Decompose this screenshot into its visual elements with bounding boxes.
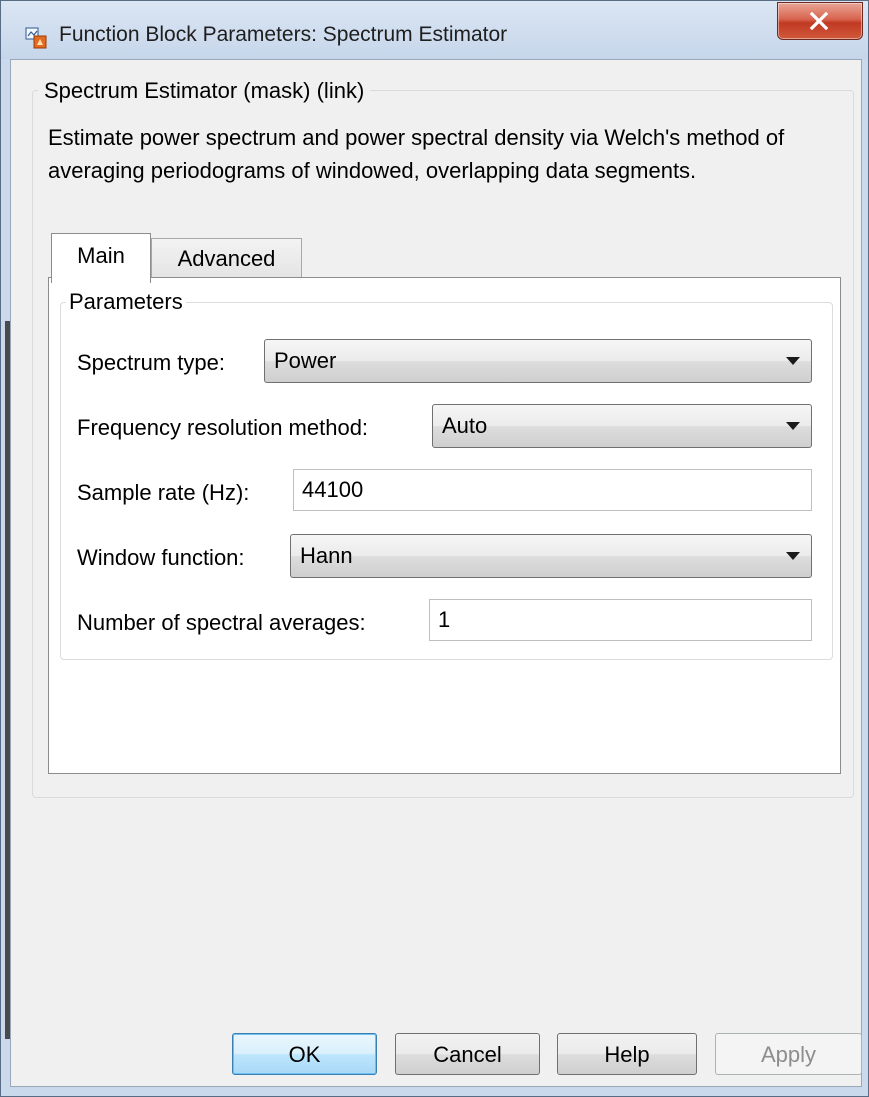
title-bar[interactable]: Function Block Parameters: Spectrum Esti… <box>1 1 868 59</box>
frequency-resolution-method-value: Auto <box>442 413 488 438</box>
sample-rate-label: Sample rate (Hz): <box>77 480 250 505</box>
simulink-block-icon <box>25 27 47 49</box>
dialog-window: Function Block Parameters: Spectrum Esti… <box>0 0 869 1097</box>
block-header: Spectrum Estimator (mask) (link) <box>38 78 371 104</box>
close-icon <box>809 11 829 31</box>
window-function-label: Window function: <box>77 545 245 570</box>
spectral-averages-label: Number of spectral averages: <box>77 610 366 635</box>
spectrum-type-label: Spectrum type: <box>77 350 225 375</box>
parameters-group-label: Parameters <box>66 289 186 315</box>
dialog-body: Spectrum Estimator (mask) (link) Estimat… <box>10 59 862 1087</box>
window-title: Function Block Parameters: Spectrum Esti… <box>59 23 508 46</box>
close-button[interactable] <box>777 2 863 40</box>
tab-main[interactable]: Main <box>51 233 151 283</box>
window-function-value: Hann <box>300 543 353 568</box>
cancel-button[interactable]: Cancel <box>395 1033 540 1075</box>
spectral-averages-field[interactable] <box>429 599 812 641</box>
chevron-down-icon <box>786 357 800 365</box>
spectrum-type-value: Power <box>274 348 337 373</box>
window-function-dropdown[interactable]: Hann <box>290 534 812 578</box>
frequency-resolution-method-dropdown[interactable]: Auto <box>432 404 812 448</box>
help-button[interactable]: Help <box>557 1033 697 1075</box>
tab-advanced[interactable]: Advanced <box>151 238 302 278</box>
chevron-down-icon <box>786 552 800 560</box>
apply-button[interactable]: Apply <box>715 1033 862 1075</box>
block-description: Estimate power spectrum and power spectr… <box>48 125 785 183</box>
tab-panel-main: Parameters Spectrum type: Power Frequenc… <box>48 277 841 774</box>
spectrum-type-dropdown[interactable]: Power <box>264 339 812 383</box>
chevron-down-icon <box>786 422 800 430</box>
sample-rate-field[interactable] <box>293 469 812 511</box>
frequency-resolution-method-label: Frequency resolution method: <box>77 415 369 440</box>
ok-button[interactable]: OK <box>232 1033 377 1075</box>
